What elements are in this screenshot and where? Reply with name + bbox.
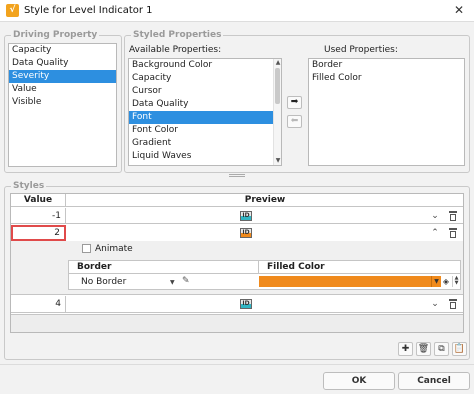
duplicate-icon[interactable]: ⧉ xyxy=(434,342,449,356)
available-item-font-color[interactable]: Font Color xyxy=(129,124,281,137)
available-item-liquid-waves[interactable]: Liquid Waves xyxy=(129,150,281,163)
styled-properties-title: Styled Properties xyxy=(131,30,224,40)
available-list-scrollbar[interactable]: ▲ ▼ xyxy=(273,59,281,165)
chevron-up-icon[interactable]: ⌃ xyxy=(430,227,440,239)
filled-color-swatch[interactable] xyxy=(259,276,431,287)
style-editor-panel: Animate Border Filled Color No Border ▼ … xyxy=(11,241,463,294)
splitter-handle[interactable] xyxy=(229,174,245,177)
value-column-header: Value xyxy=(11,194,66,207)
remove-property-button[interactable]: ⬅ xyxy=(287,115,302,128)
style-row[interactable]: -1 ID ⌄ xyxy=(11,208,463,224)
clipboard-icon[interactable]: 📋 xyxy=(452,342,467,356)
scroll-down-icon[interactable]: ▼ xyxy=(274,157,281,165)
window-title: Style for Level Indicator 1 xyxy=(24,5,153,16)
app-icon: √ xyxy=(6,4,19,17)
trash-icon[interactable] xyxy=(449,299,457,309)
trash-icon[interactable] xyxy=(449,211,457,221)
style-properties-table: Border Filled Color No Border ▼ ✎ ▼ ◈ ▲ ▼ xyxy=(68,260,461,290)
used-properties-label: Used Properties: xyxy=(324,45,398,55)
available-item-font[interactable]: Font xyxy=(129,111,273,124)
table-empty-area xyxy=(11,314,463,332)
available-item-data-quality[interactable]: Data Quality xyxy=(129,98,281,111)
used-item-border[interactable]: Border xyxy=(309,59,464,72)
animate-label: Animate xyxy=(95,244,133,254)
used-item-filled-color[interactable]: Filled Color xyxy=(309,72,464,85)
driving-item-severity[interactable]: Severity xyxy=(9,70,116,83)
style-row[interactable]: 4 ID ⌄ xyxy=(11,296,463,313)
paint-bucket-icon[interactable]: ◈ xyxy=(441,276,451,287)
add-icon[interactable]: ✚ xyxy=(398,342,413,356)
chevron-down-icon[interactable]: ⌄ xyxy=(430,210,440,222)
filled-color-column-header: Filled Color xyxy=(259,261,460,274)
dialog-footer: OK Cancel xyxy=(0,364,474,394)
border-column-header: Border xyxy=(69,261,259,274)
trash-icon[interactable] xyxy=(449,228,457,238)
pencil-icon[interactable]: ✎ xyxy=(182,276,190,286)
color-dropdown-icon[interactable]: ▼ xyxy=(431,276,441,287)
level-indicator-preview-icon: ID xyxy=(240,299,252,309)
available-item-gradient[interactable]: Gradient xyxy=(129,137,281,150)
style-row-expanded[interactable]: 2 ID ⌃ Animate Border Filled Color No Bo… xyxy=(11,225,463,295)
available-properties-list[interactable]: Background Color Capacity Cursor Data Qu… xyxy=(128,58,282,166)
add-property-button[interactable]: ➡ xyxy=(287,96,302,109)
style-row-value-editor[interactable]: 2 xyxy=(11,225,66,241)
driving-item-data-quality[interactable]: Data Quality xyxy=(9,57,116,70)
ok-button[interactable]: OK xyxy=(323,372,395,390)
styles-title: Styles xyxy=(11,181,47,191)
available-item-cursor[interactable]: Cursor xyxy=(129,85,281,98)
preview-column-header: Preview xyxy=(66,194,463,207)
level-indicator-preview-icon: ID xyxy=(240,211,252,221)
level-indicator-preview-icon: ID xyxy=(240,228,252,238)
chevron-down-icon[interactable]: ⌄ xyxy=(430,298,440,310)
spinner-icon[interactable]: ▲ ▼ xyxy=(452,276,460,287)
scroll-up-icon[interactable]: ▲ xyxy=(274,59,281,67)
driving-property-list[interactable]: Capacity Data Quality Severity Value Vis… xyxy=(8,43,117,167)
styles-table: Value Preview -1 ID ⌄ 2 ID ⌃ Animate Bor… xyxy=(10,193,464,333)
available-item-background-color[interactable]: Background Color xyxy=(129,59,281,72)
border-value[interactable]: No Border xyxy=(81,275,171,289)
animate-checkbox[interactable] xyxy=(82,244,91,253)
close-icon[interactable]: ✕ xyxy=(452,3,466,17)
border-dropdown-icon[interactable]: ▼ xyxy=(170,279,175,286)
available-item-capacity[interactable]: Capacity xyxy=(129,72,281,85)
driving-item-visible[interactable]: Visible xyxy=(9,96,116,109)
driving-property-title: Driving Property xyxy=(11,30,100,40)
used-properties-list[interactable]: Border Filled Color xyxy=(308,58,465,166)
style-row-value[interactable]: 4 xyxy=(11,296,66,312)
driving-item-capacity[interactable]: Capacity xyxy=(9,44,116,57)
available-properties-label: Available Properties: xyxy=(129,45,222,55)
delete-icon[interactable]: 🗑 xyxy=(416,342,431,356)
title-bar: √ Style for Level Indicator 1 ✕ xyxy=(0,0,474,22)
driving-item-value[interactable]: Value xyxy=(9,83,116,96)
style-row-value[interactable]: -1 xyxy=(11,208,66,224)
cancel-button[interactable]: Cancel xyxy=(398,372,470,390)
scroll-thumb[interactable] xyxy=(275,68,280,104)
